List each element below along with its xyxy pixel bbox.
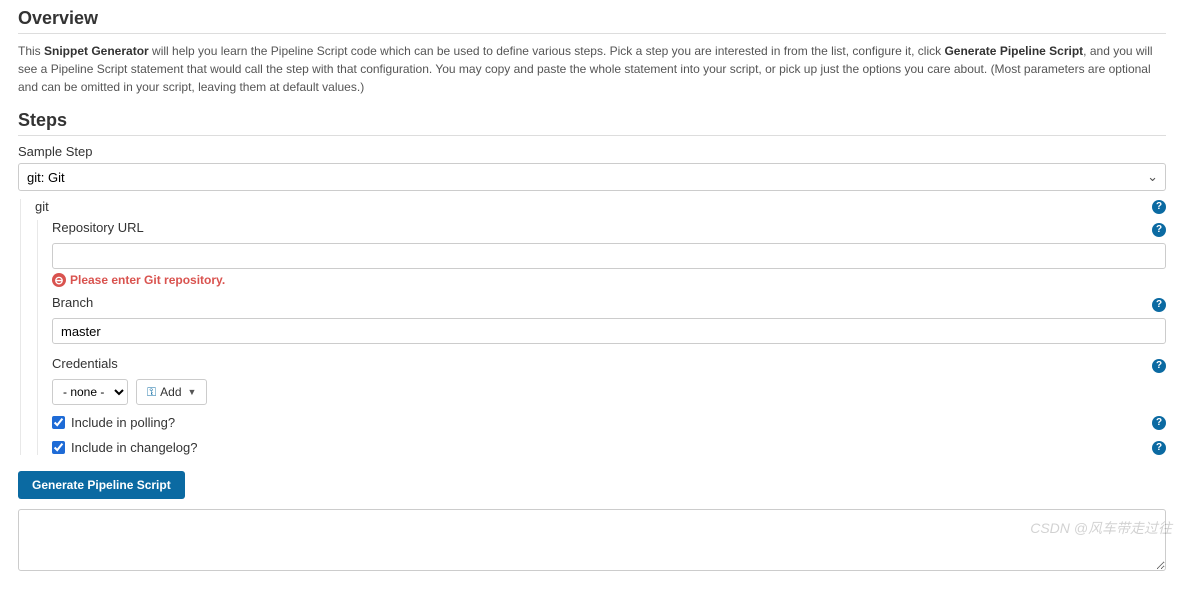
sample-step-select[interactable]: git: Git (18, 163, 1166, 191)
repo-url-error: Please enter Git repository. (70, 273, 225, 287)
desc-text: This (18, 44, 44, 58)
include-changelog-checkbox[interactable] (52, 441, 65, 454)
help-icon[interactable]: ? (1152, 441, 1166, 455)
include-changelog-label: Include in changelog? (71, 440, 198, 455)
desc-bold-snippet: Snippet Generator (44, 44, 149, 58)
help-icon[interactable]: ? (1152, 298, 1166, 312)
error-icon: ⊖ (52, 273, 66, 287)
credentials-label: Credentials (52, 356, 1144, 371)
overview-heading: Overview (18, 8, 1166, 34)
help-icon[interactable]: ? (1152, 223, 1166, 237)
overview-description: This Snippet Generator will help you lea… (18, 42, 1166, 96)
desc-bold-generate: Generate Pipeline Script (944, 44, 1083, 58)
help-icon[interactable]: ? (1152, 200, 1166, 214)
chevron-down-icon: ▼ (188, 387, 197, 397)
help-icon[interactable]: ? (1152, 416, 1166, 430)
help-icon[interactable]: ? (1152, 359, 1166, 373)
pipeline-script-output[interactable] (18, 509, 1166, 571)
branch-input[interactable] (52, 318, 1166, 344)
credentials-select[interactable]: - none - (52, 379, 128, 405)
branch-label: Branch (52, 295, 1144, 310)
include-polling-label: Include in polling? (71, 415, 175, 430)
repo-url-input[interactable] (52, 243, 1166, 269)
desc-text: will help you learn the Pipeline Script … (149, 44, 945, 58)
steps-heading: Steps (18, 110, 1166, 136)
include-polling-checkbox[interactable] (52, 416, 65, 429)
git-section-label: git (35, 199, 1144, 214)
repo-url-label: Repository URL (52, 220, 1144, 235)
sample-step-label: Sample Step (18, 144, 1166, 159)
generate-pipeline-script-button[interactable]: Generate Pipeline Script (18, 471, 185, 499)
add-credentials-button[interactable]: ⚿ Add ▼ (136, 379, 207, 405)
key-icon: ⚿ (147, 385, 156, 400)
add-label: Add (160, 385, 181, 399)
